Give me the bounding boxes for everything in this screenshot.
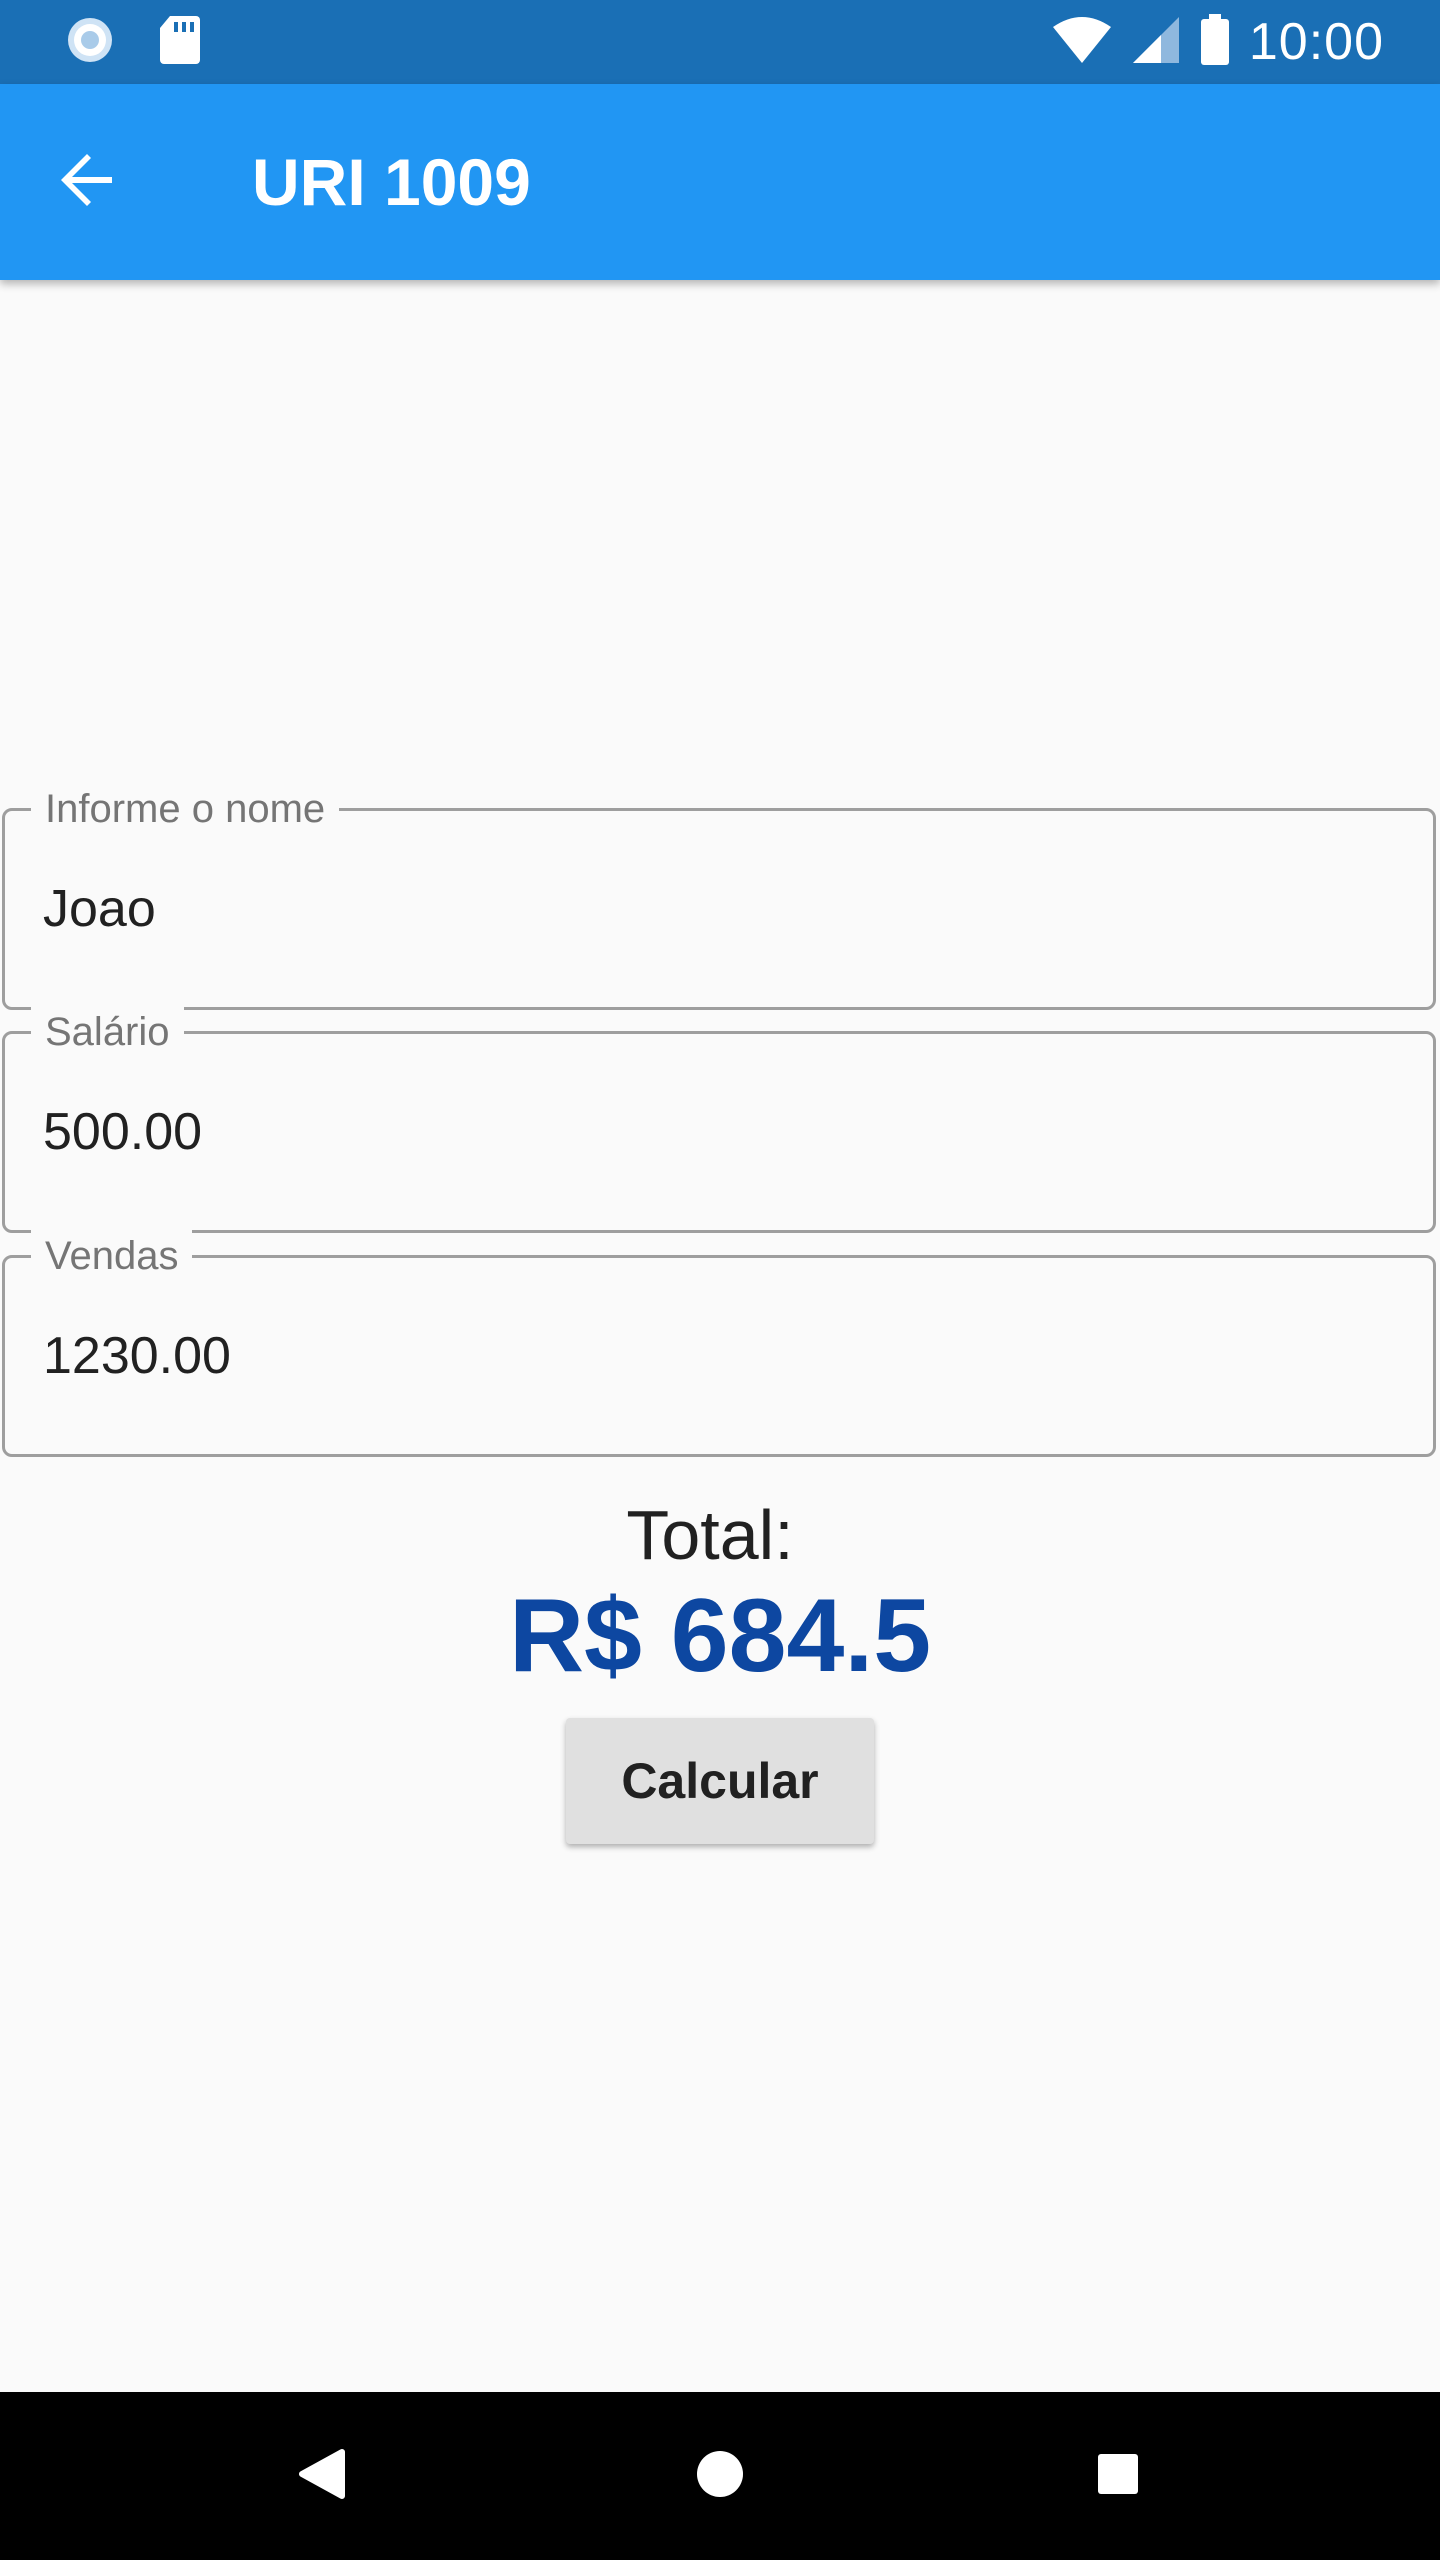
navigation-bar [0, 2392, 1440, 2560]
name-field-label: Informe o nome [31, 783, 340, 835]
status-bar: 10:00 [0, 0, 1440, 84]
sd-card-icon [158, 14, 202, 71]
status-right-icons: 10:00 [1051, 12, 1384, 72]
sales-field-label: Vendas [31, 1230, 193, 1282]
app-bar: URI 1009 [0, 84, 1440, 280]
sales-input[interactable] [43, 1316, 1383, 1396]
back-button[interactable] [44, 138, 132, 226]
name-input[interactable] [43, 869, 1383, 949]
name-field[interactable]: Informe o nome [2, 783, 1436, 1010]
total-value: R$ 684.5 [508, 1578, 932, 1694]
nav-back-button[interactable] [272, 2426, 372, 2526]
home-circle-icon [695, 2449, 745, 2504]
cell-signal-icon [1131, 15, 1181, 70]
page-title: URI 1009 [252, 145, 531, 219]
salary-field-label: Salário [31, 1006, 184, 1058]
wifi-icon [1051, 15, 1113, 70]
total-label: Total: [626, 1496, 794, 1574]
battery-icon [1199, 13, 1231, 71]
nav-recents-button[interactable] [1068, 2426, 1168, 2526]
salary-input[interactable] [43, 1092, 1383, 1172]
app-screen: 10:00 URI 1009 Informe o nome Salário Ve… [0, 0, 1440, 2560]
status-time: 10:00 [1248, 13, 1384, 71]
back-triangle-icon [298, 2448, 346, 2505]
salary-field[interactable]: Salário [2, 1006, 1436, 1233]
sync-icon [62, 12, 118, 73]
nav-home-button[interactable] [670, 2426, 770, 2526]
calculate-button[interactable]: Calcular [566, 1718, 874, 1844]
status-left-icons [62, 14, 202, 70]
recents-square-icon [1096, 2452, 1140, 2501]
arrow-back-icon [56, 148, 120, 217]
sales-field[interactable]: Vendas [2, 1230, 1436, 1457]
